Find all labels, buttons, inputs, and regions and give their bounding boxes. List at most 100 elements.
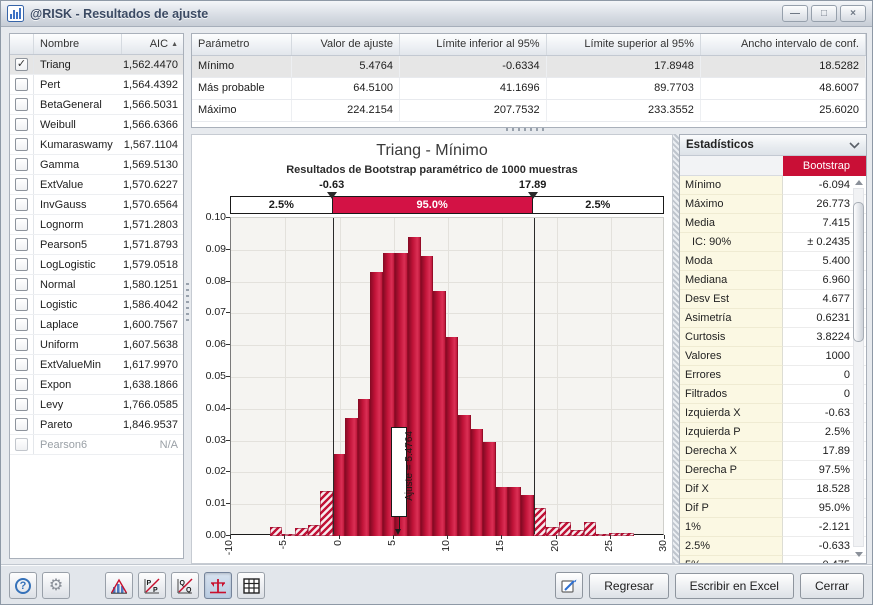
chevron-down-icon[interactable]	[849, 142, 860, 149]
stat-row[interactable]: Máximo26.773	[680, 195, 866, 214]
scroll-up-icon[interactable]	[855, 180, 863, 185]
delimiter-line[interactable]	[534, 218, 535, 534]
fit-list-row[interactable]: Lognorm1,571.2803	[10, 215, 183, 235]
scroll-down-icon[interactable]	[855, 552, 863, 557]
settings-button[interactable]: ⚙	[42, 572, 70, 599]
unchecked-checkbox[interactable]	[15, 158, 28, 171]
delimiter-line[interactable]	[333, 218, 334, 534]
titlebar[interactable]: @RISK - Resultados de ajuste — □ ×	[1, 1, 872, 27]
minimize-button[interactable]: —	[782, 5, 808, 22]
stat-row[interactable]: Asimetría0.6231	[680, 309, 866, 328]
fit-list-row[interactable]: Normal1,580.1251	[10, 275, 183, 295]
qq-plot-button[interactable]: Q Q	[171, 572, 199, 599]
stat-row[interactable]: Mínimo-6.094	[680, 176, 866, 195]
stat-row[interactable]: Media7.415	[680, 214, 866, 233]
left-delimiter-handle[interactable]	[327, 192, 337, 199]
stat-row[interactable]: Izquierda X-0.63	[680, 404, 866, 423]
stat-row[interactable]: IC: 90%± 0.2435	[680, 233, 866, 252]
unchecked-checkbox[interactable]	[15, 198, 28, 211]
param-col-header[interactable]: Ancho intervalo de conf.	[700, 34, 865, 55]
fit-list-row[interactable]: Laplace1,600.7567	[10, 315, 183, 335]
unchecked-checkbox[interactable]	[15, 138, 28, 151]
param-col-header[interactable]: Límite superior al 95%	[546, 34, 700, 55]
unchecked-checkbox[interactable]	[15, 98, 28, 111]
fit-list-row[interactable]: Pearson51,571.8793	[10, 235, 183, 255]
scrollbar-thumb[interactable]	[853, 202, 864, 342]
parameter-row[interactable]: Más probable64.510041.169689.770348.6007	[192, 77, 866, 99]
unchecked-checkbox[interactable]	[15, 298, 28, 311]
fit-list-header-name[interactable]: Nombre	[34, 34, 122, 54]
band-right-percent: 2.5%	[532, 197, 663, 213]
fit-list-row[interactable]: Uniform1,607.5638	[10, 335, 183, 355]
unchecked-checkbox[interactable]	[15, 278, 28, 291]
maximize-button[interactable]: □	[811, 5, 837, 22]
histogram-bar	[421, 256, 434, 536]
stat-row[interactable]: Dif X18.528	[680, 480, 866, 499]
fit-list-row[interactable]: ✓Triang1,562.4470	[10, 55, 183, 75]
stat-row[interactable]: Derecha X17.89	[680, 442, 866, 461]
fit-list-row[interactable]: Gamma1,569.5130	[10, 155, 183, 175]
checked-checkbox[interactable]: ✓	[15, 58, 28, 71]
parameter-row[interactable]: Mínimo5.4764-0.633417.894818.5282	[192, 55, 866, 77]
fit-list-row[interactable]: Weibull1,566.6366	[10, 115, 183, 135]
right-delimiter-handle[interactable]	[528, 192, 538, 199]
unchecked-checkbox[interactable]	[15, 378, 28, 391]
help-button[interactable]: ?	[9, 572, 37, 599]
unchecked-checkbox[interactable]	[15, 418, 28, 431]
unchecked-checkbox[interactable]	[15, 338, 28, 351]
pp-plot-button[interactable]: P P	[138, 572, 166, 599]
param-col-header[interactable]: Límite inferior al 95%	[400, 34, 547, 55]
stat-row[interactable]: Filtrados0	[680, 385, 866, 404]
param-col-header[interactable]: Parámetro	[192, 34, 292, 55]
fit-list-header-aic[interactable]: AIC ▲	[122, 34, 183, 54]
stat-row[interactable]: Derecha P97.5%	[680, 461, 866, 480]
write-to-excel-button[interactable]: Escribir en Excel	[675, 573, 794, 599]
fit-list-row[interactable]: Logistic1,586.4042	[10, 295, 183, 315]
fit-comparison-button[interactable]	[105, 572, 133, 599]
stat-row[interactable]: Dif P95.0%	[680, 499, 866, 518]
back-button[interactable]: Regresar	[589, 573, 668, 599]
unchecked-checkbox[interactable]	[15, 178, 28, 191]
unchecked-checkbox[interactable]	[15, 258, 28, 271]
fit-list-row[interactable]: ExtValue1,570.6227	[10, 175, 183, 195]
unchecked-checkbox[interactable]	[15, 358, 28, 371]
stat-row[interactable]: Izquierda P2.5%	[680, 423, 866, 442]
unchecked-checkbox[interactable]	[15, 398, 28, 411]
stat-row[interactable]: Curtosis3.8224	[680, 328, 866, 347]
unchecked-checkbox[interactable]	[15, 118, 28, 131]
fit-list-row[interactable]: Expon1,638.1866	[10, 375, 183, 395]
stat-row[interactable]: Desv Est4.677	[680, 290, 866, 309]
fit-list-row[interactable]: InvGauss1,570.6564	[10, 195, 183, 215]
fit-list-row[interactable]: Pert1,564.4392	[10, 75, 183, 95]
unchecked-checkbox[interactable]	[15, 238, 28, 251]
stat-row[interactable]: 1%-2.121	[680, 518, 866, 537]
unchecked-checkbox[interactable]	[15, 438, 28, 451]
fit-list-row[interactable]: LogLogistic1,579.0518	[10, 255, 183, 275]
horizontal-splitter-grip[interactable]	[506, 128, 548, 131]
close-dialog-button[interactable]: Cerrar	[800, 573, 864, 599]
fit-list-row[interactable]: Kumaraswamy1,567.1104	[10, 135, 183, 155]
statistics-header[interactable]: Estadísticos	[680, 135, 866, 156]
edit-report-button[interactable]	[555, 572, 583, 599]
unchecked-checkbox[interactable]	[15, 318, 28, 331]
fit-list-row[interactable]: BetaGeneral1,566.5031	[10, 95, 183, 115]
stat-row[interactable]: 2.5%-0.633	[680, 537, 866, 556]
fit-list-row[interactable]: Pearson6N/A	[10, 435, 183, 455]
unchecked-checkbox[interactable]	[15, 78, 28, 91]
parameter-row[interactable]: Máximo224.2154207.7532233.355225.6020	[192, 99, 866, 121]
fit-list-row[interactable]: ExtValueMin1,617.9970	[10, 355, 183, 375]
bootstrap-view-button[interactable]	[204, 572, 232, 599]
data-grid-button[interactable]	[237, 572, 265, 599]
fit-list-row[interactable]: Levy1,766.0585	[10, 395, 183, 415]
close-button[interactable]: ×	[840, 5, 866, 22]
stat-row[interactable]: 5%0.475	[680, 556, 866, 564]
stat-row[interactable]: Moda5.400	[680, 252, 866, 271]
vertical-splitter[interactable]	[185, 33, 190, 559]
stats-scrollbar[interactable]	[853, 178, 864, 557]
fit-list-row[interactable]: Pareto1,846.9537	[10, 415, 183, 435]
unchecked-checkbox[interactable]	[15, 218, 28, 231]
stat-row[interactable]: Errores0	[680, 366, 866, 385]
param-col-header[interactable]: Valor de ajuste	[292, 34, 400, 55]
stat-row[interactable]: Mediana6.960	[680, 271, 866, 290]
stat-row[interactable]: Valores1000	[680, 347, 866, 366]
